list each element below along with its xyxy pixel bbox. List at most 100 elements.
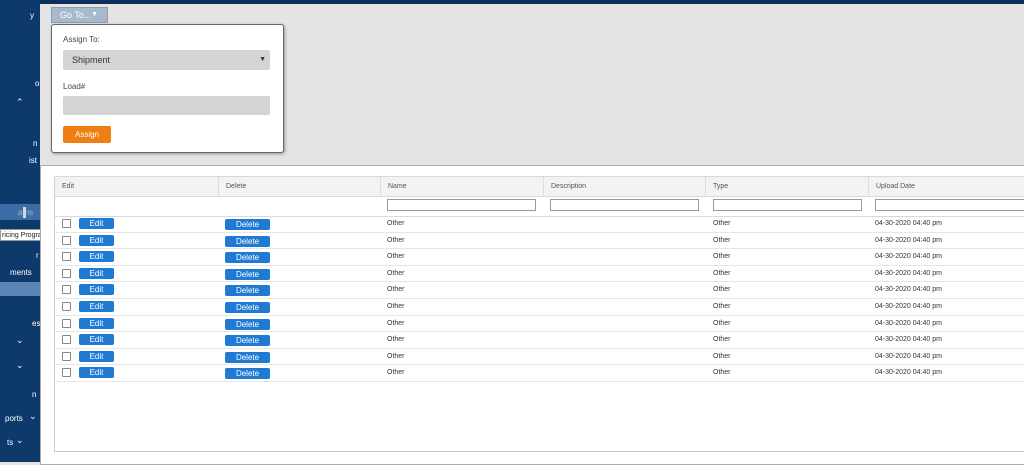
- table-row[interactable]: Edit Delete Other Other 04-30-2020 04:40 pm: [55, 299, 1024, 316]
- cell-name: Other: [387, 352, 405, 360]
- assign-popup: Assign To: Shipment ▼ Load# Assign: [51, 24, 284, 153]
- cell-type: Other: [713, 253, 731, 261]
- row-checkbox[interactable]: [62, 268, 71, 278]
- delete-button[interactable]: Delete: [225, 252, 270, 264]
- cell-upload-date: 04-30-2020 04:40 pm: [875, 253, 942, 261]
- edit-button[interactable]: Edit: [79, 267, 114, 279]
- column-header-delete[interactable]: Delete: [218, 177, 380, 196]
- table-row[interactable]: Edit Delete Other Other 04-30-2020 04:40 pm: [55, 332, 1024, 349]
- sidebar-item-selected[interactable]: [0, 282, 40, 296]
- edit-button[interactable]: Edit: [79, 367, 114, 379]
- sidebar-item-reports[interactable]: ports: [5, 414, 23, 423]
- grid-header: Edit Delete Name Description Type Upload…: [55, 177, 1024, 197]
- row-checkbox[interactable]: [62, 318, 71, 328]
- filter-row: [55, 196, 1024, 217]
- delete-button[interactable]: Delete: [225, 318, 270, 330]
- table-row[interactable]: Edit Delete Other Other 04-30-2020 04:40 pm: [55, 216, 1024, 233]
- edit-button[interactable]: Edit: [79, 284, 114, 296]
- table-row[interactable]: Edit Delete Other Other 04-30-2020 04:40 pm: [55, 249, 1024, 266]
- cell-name: Other: [387, 336, 405, 344]
- edit-button[interactable]: Edit: [79, 317, 114, 329]
- cell-upload-date: 04-30-2020 04:40 pm: [875, 286, 942, 294]
- cell-upload-date: 04-30-2020 04:40 pm: [875, 369, 942, 377]
- delete-button[interactable]: Delete: [225, 302, 270, 313]
- delete-button[interactable]: Delete: [225, 235, 270, 247]
- table-row[interactable]: Edit Delete Other Other 04-30-2020 04:40 pm: [55, 365, 1024, 382]
- edit-button[interactable]: Edit: [79, 350, 114, 362]
- cell-upload-date: 04-30-2020 04:40 pm: [875, 352, 942, 360]
- row-checkbox[interactable]: [62, 285, 71, 295]
- table-row[interactable]: Edit Delete Other Other 04-30-2020 04:40 pm: [55, 233, 1024, 250]
- cell-name: Other: [387, 286, 405, 294]
- cell-upload-date: 04-30-2020 04:40 pm: [875, 319, 942, 327]
- filter-type-input[interactable]: [713, 199, 862, 211]
- chevron-down-icon[interactable]: ⌄: [16, 360, 24, 371]
- filter-description-input[interactable]: [550, 199, 699, 211]
- load-label: Load#: [63, 82, 86, 91]
- cell-type: Other: [713, 220, 731, 227]
- sidebar-item[interactable]: n: [32, 390, 36, 399]
- row-checkbox[interactable]: [62, 351, 71, 361]
- column-header-edit[interactable]: Edit: [55, 177, 218, 196]
- table-row[interactable]: Edit Delete Other Other 04-30-2020 04:40 pm: [55, 282, 1024, 299]
- row-checkbox[interactable]: [62, 235, 71, 245]
- cell-upload-date: 04-30-2020 04:40 pm: [875, 303, 942, 310]
- row-checkbox[interactable]: [62, 368, 71, 378]
- assign-to-select[interactable]: Shipment ▼: [63, 50, 270, 70]
- cell-upload-date: 04-30-2020 04:40 pm: [875, 220, 942, 227]
- edit-button[interactable]: Edit: [79, 251, 114, 263]
- chevron-down-icon[interactable]: ⌄: [16, 335, 24, 346]
- chevron-down-icon[interactable]: ⌄: [16, 435, 24, 446]
- cell-upload-date: 04-30-2020 04:40 pm: [875, 336, 942, 344]
- cell-type: Other: [713, 303, 731, 310]
- delete-button[interactable]: Delete: [225, 219, 270, 230]
- cell-upload-date: 04-30-2020 04:40 pm: [875, 269, 942, 277]
- column-header-name[interactable]: Name: [380, 177, 543, 196]
- sidebar-item[interactable]: ts: [7, 438, 13, 447]
- assign-button[interactable]: Assign: [63, 126, 111, 143]
- cell-name: Other: [387, 369, 405, 377]
- delete-button[interactable]: Delete: [225, 335, 270, 347]
- edit-button[interactable]: Edit: [79, 334, 114, 346]
- edit-button[interactable]: Edit: [79, 301, 114, 312]
- row-checkbox[interactable]: [62, 219, 71, 228]
- load-number-input[interactable]: [63, 96, 270, 115]
- cell-name: Other: [387, 253, 405, 261]
- edit-button[interactable]: Edit: [79, 234, 114, 246]
- row-checkbox[interactable]: [62, 335, 71, 345]
- goto-label: Go To...: [60, 10, 92, 20]
- table-row[interactable]: Edit Delete Other Other 04-30-2020 04:40 pm: [55, 266, 1024, 283]
- goto-dropdown-button[interactable]: Go To... ▼: [51, 7, 108, 23]
- table-row[interactable]: Edit Delete Other Other 04-30-2020 04:40 pm: [55, 316, 1024, 333]
- delete-button[interactable]: Delete: [225, 268, 270, 280]
- cell-upload-date: 04-30-2020 04:40 pm: [875, 236, 942, 244]
- chevron-up-icon[interactable]: ⌃: [16, 97, 24, 108]
- top-bar: [0, 0, 1024, 4]
- sidebar-item[interactable]: n: [33, 139, 37, 148]
- assign-to-value: Shipment: [72, 55, 111, 65]
- chevron-down-icon[interactable]: ⌄: [29, 411, 37, 422]
- row-checkbox[interactable]: [62, 302, 71, 311]
- cell-type: Other: [713, 286, 731, 294]
- cell-type: Other: [713, 236, 731, 244]
- sidebar-item[interactable]: es: [32, 319, 40, 328]
- documents-grid: Edit Delete Name Description Type Upload…: [54, 176, 1024, 452]
- sidebar-item[interactable]: r: [36, 251, 39, 260]
- sidebar-item[interactable]: y: [30, 11, 34, 20]
- sidebar-item[interactable]: ist: [29, 156, 37, 165]
- cell-name: Other: [387, 269, 405, 277]
- filter-upload-date-input[interactable]: [875, 199, 1024, 211]
- sidebar-item[interactable]: ments: [10, 268, 32, 277]
- filter-name-input[interactable]: [387, 199, 536, 211]
- delete-button[interactable]: Delete: [225, 285, 270, 297]
- edit-button[interactable]: Edit: [79, 218, 114, 229]
- cell-type: Other: [713, 352, 731, 360]
- column-header-upload-date[interactable]: Upload Date: [868, 177, 1024, 196]
- table-row[interactable]: Edit Delete Other Other 04-30-2020 04:40 pm: [55, 349, 1024, 366]
- column-header-description[interactable]: Description: [543, 177, 705, 196]
- delete-button[interactable]: Delete: [225, 351, 270, 363]
- sidebar-item[interactable]: o: [35, 79, 39, 88]
- column-header-type[interactable]: Type: [705, 177, 868, 196]
- delete-button[interactable]: Delete: [225, 368, 270, 380]
- row-checkbox[interactable]: [62, 252, 71, 262]
